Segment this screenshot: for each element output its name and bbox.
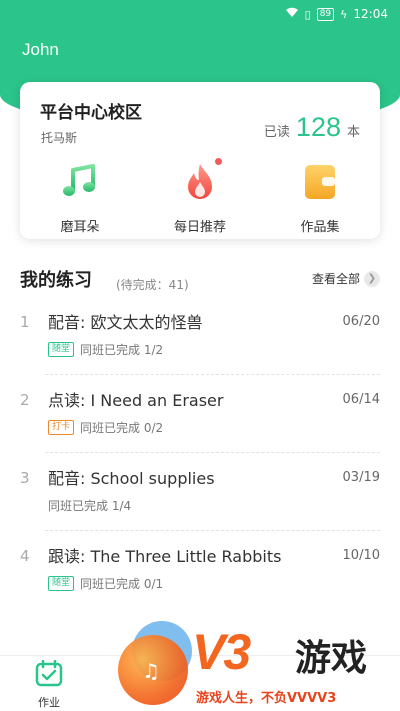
item-meta: 打卡 同班已完成 0/2: [48, 419, 163, 436]
item-index: 3: [20, 469, 30, 487]
item-progress: 同班已完成 1/2: [80, 343, 164, 357]
item-title: 跟读: The Three Little Rabbits: [48, 547, 282, 566]
feature-portfolio[interactable]: 作品集: [275, 160, 365, 235]
item-index: 4: [20, 547, 30, 565]
v3-watermark: ♫ V3 游戏 游戏人生，不负VVVV3: [112, 621, 400, 711]
item-title: 点读: I Need an Eraser: [48, 391, 224, 410]
item-meta: 随堂 同班已完成 0/1: [48, 575, 163, 592]
practice-item[interactable]: 2 点读: I Need an Eraser 06/14 打卡 同班已完成 0/…: [0, 375, 400, 453]
sim-icon: ▯: [304, 7, 311, 21]
feature-label: 每日推荐: [173, 220, 226, 235]
wallet-icon: [298, 160, 342, 204]
section-title: 我的练习: [20, 270, 92, 291]
practice-item[interactable]: 1 配音: 欧文太太的怪兽 06/20 随堂 同班已完成 1/2: [0, 297, 400, 375]
item-progress: 同班已完成 0/1: [80, 577, 164, 591]
view-all-button[interactable]: 查看全部 ❯: [312, 270, 380, 287]
teacher-name: 托马斯: [41, 131, 78, 145]
item-meta: 随堂 同班已完成 1/2: [48, 341, 163, 358]
item-title: 配音: School supplies: [48, 469, 215, 488]
item-index: 2: [20, 391, 30, 409]
item-date: 06/20: [342, 314, 380, 329]
practice-list: 1 配音: 欧文太太的怪兽 06/20 随堂 同班已完成 1/2 2 点读: I…: [0, 297, 400, 609]
item-tag: 打卡: [48, 420, 75, 435]
practice-item[interactable]: 4 跟读: The Three Little Rabbits 10/10 随堂 …: [0, 531, 400, 609]
item-tag: 随堂: [48, 576, 75, 591]
item-date: 10/10: [342, 548, 380, 563]
item-date: 03/19: [342, 470, 380, 485]
battery-indicator: 89: [316, 7, 335, 21]
tab-homework[interactable]: 作业: [26, 659, 72, 710]
watermark-game-text: 游戏: [295, 638, 368, 679]
music-note-icon: [58, 160, 102, 204]
item-meta: 同班已完成 1/4: [48, 497, 131, 514]
watermark-slogan: 游戏人生，不负VVVV3: [196, 691, 337, 706]
item-date: 06/14: [342, 392, 380, 407]
item-tag: 随堂: [48, 342, 75, 357]
item-title: 配音: 欧文太太的怪兽: [48, 313, 203, 332]
read-count-box: 已读 128 本: [264, 112, 360, 143]
music-note-icon: ♫: [142, 659, 160, 683]
pending-count: (待完成：41): [116, 278, 189, 292]
read-count: 128: [295, 112, 341, 142]
feature-label: 作品集: [300, 220, 340, 235]
chevron-right-icon: ❯: [364, 270, 380, 287]
read-label: 已读: [263, 125, 290, 140]
flame-icon: [178, 158, 222, 204]
item-index: 1: [20, 313, 30, 331]
feature-label: 磨耳朵: [60, 220, 100, 235]
school-card: 平台中心校区 托马斯 已读 128 本 磨耳朵 每日推荐 作品集: [20, 82, 380, 239]
school-name: 平台中心校区: [40, 103, 142, 123]
wifi-icon: [285, 7, 299, 21]
view-all-label: 查看全部: [311, 272, 360, 286]
practice-item[interactable]: 3 配音: School supplies 03/19 同班已完成 1/4: [0, 453, 400, 531]
calendar-check-icon: [34, 659, 64, 692]
watermark-brand: V3: [192, 624, 251, 680]
item-progress: 同班已完成 1/4: [48, 499, 132, 513]
status-time: 12:04: [353, 7, 388, 21]
feature-daily-recommend[interactable]: 每日推荐: [155, 158, 245, 235]
item-progress: 同班已完成 0/2: [80, 421, 164, 435]
tab-homework-label: 作业: [38, 696, 60, 709]
charging-icon: ϟ: [340, 7, 348, 21]
read-unit: 本: [346, 125, 360, 140]
notification-dot: [215, 158, 222, 165]
status-bar: ▯ 89 ϟ 12:04: [0, 0, 400, 28]
username: John: [22, 40, 59, 59]
feature-listening[interactable]: 磨耳朵: [35, 160, 125, 235]
